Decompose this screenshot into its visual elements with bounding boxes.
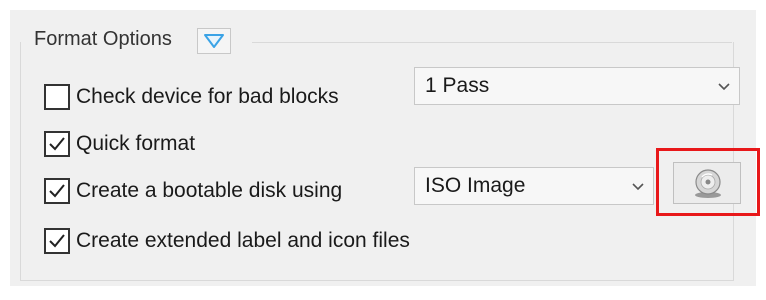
- bootable-disk-label: Create a bootable disk using: [76, 179, 343, 202]
- bad-blocks-passes-value: 1 Pass: [425, 74, 490, 97]
- extended-label-checkbox[interactable]: [44, 228, 70, 254]
- format-options-toggle-button[interactable]: [197, 28, 231, 54]
- group-border: [252, 42, 732, 43]
- bad-blocks-passes-select[interactable]: 1 Pass: [414, 67, 740, 105]
- checkmark-icon: [49, 234, 65, 248]
- quick-format-label: Quick format: [76, 132, 196, 155]
- extended-label-label: Create extended label and icon files: [76, 229, 410, 252]
- select-image-button[interactable]: [673, 162, 741, 204]
- bad-blocks-label: Check device for bad blocks: [76, 85, 339, 108]
- chevron-down-icon: [623, 181, 653, 191]
- chevron-down-icon: [709, 81, 739, 91]
- boot-source-value: ISO Image: [425, 174, 526, 197]
- bootable-disk-checkbox[interactable]: [44, 178, 70, 204]
- checkmark-icon: [49, 184, 65, 198]
- option-extended-label[interactable]: Create extended label and icon files: [44, 224, 410, 258]
- chevron-down-icon: [204, 34, 224, 48]
- option-quick-format[interactable]: Quick format: [44, 127, 195, 161]
- boot-source-select[interactable]: ISO Image: [414, 167, 654, 205]
- option-bad-blocks[interactable]: Check device for bad blocks: [44, 80, 339, 114]
- group-title: Format Options: [34, 28, 178, 51]
- checkmark-icon: [49, 137, 65, 151]
- disc-icon: [695, 169, 721, 198]
- option-bootable-disk[interactable]: Create a bootable disk using: [44, 174, 342, 208]
- quick-format-checkbox[interactable]: [44, 131, 70, 157]
- bad-blocks-checkbox[interactable]: [44, 84, 70, 110]
